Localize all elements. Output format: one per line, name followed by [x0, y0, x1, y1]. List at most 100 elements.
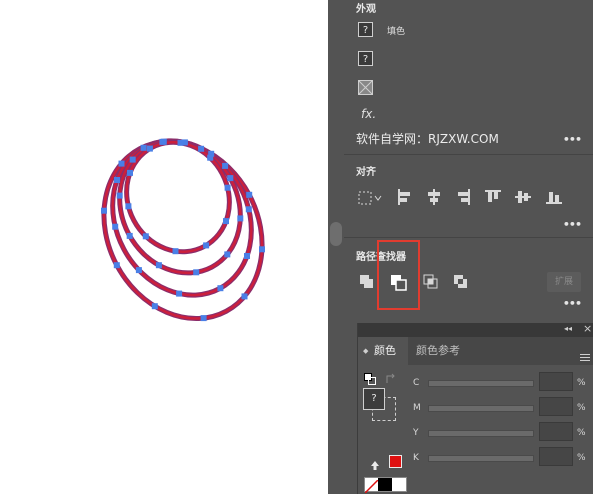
out-of-gamut-warning-icon[interactable] [369, 456, 381, 470]
stroke-swatch[interactable]: ? [358, 22, 373, 37]
appearance-more-icon[interactable]: ••• [563, 133, 582, 146]
align-to-selection-icon[interactable] [358, 190, 386, 206]
highlight-box [377, 240, 420, 310]
align-left-icon[interactable] [396, 188, 414, 206]
channel-value-y[interactable] [539, 422, 573, 441]
align-bottom-icon[interactable] [545, 188, 563, 206]
channel-slider-y[interactable] [428, 430, 534, 437]
anchor-point[interactable] [118, 160, 125, 167]
close-icon[interactable]: × [583, 322, 592, 335]
anchor-point[interactable] [245, 206, 252, 213]
pathfinder-unite-icon[interactable] [358, 272, 378, 292]
align-title: 对齐 [356, 167, 376, 178]
artboard-canvas[interactable] [0, 0, 328, 494]
anchor-point[interactable] [193, 269, 200, 276]
ellipse-path[interactable] [108, 124, 249, 270]
anchor-point[interactable] [222, 162, 229, 169]
white-swatch[interactable] [392, 478, 406, 491]
panel-topbar: ◂◂ × [358, 322, 593, 337]
anchor-point[interactable] [142, 233, 149, 240]
panel-resize-grip[interactable] [330, 222, 342, 246]
tab-color-label: 颜色 [374, 344, 396, 357]
anchor-point[interactable] [114, 177, 120, 183]
black-swatch[interactable] [378, 478, 392, 491]
panel-divider[interactable] [328, 0, 344, 494]
watermark-text: 软件自学网：RJZXW.COM [356, 132, 499, 146]
collapse-icon[interactable]: ◂◂ [564, 324, 572, 333]
tab-color-guide[interactable]: 颜色参考 [416, 337, 476, 365]
ellipse-path[interactable] [74, 114, 293, 347]
anchor-point[interactable] [244, 253, 250, 259]
none-swatch[interactable] [364, 478, 379, 494]
anchor-point[interactable] [112, 223, 119, 230]
anchor-point[interactable] [113, 262, 120, 269]
fx-button[interactable]: fx. [361, 107, 376, 121]
anchor-point[interactable] [126, 232, 133, 239]
align-top-icon[interactable] [484, 188, 502, 206]
opacity-swatch[interactable] [358, 80, 373, 95]
anchor-point[interactable] [224, 251, 231, 258]
tab-arrow-icon: ◆ [363, 347, 369, 355]
anchor-point[interactable] [227, 175, 234, 182]
anchor-point[interactable] [172, 248, 179, 255]
default-colors-icon[interactable] [364, 370, 376, 385]
channel-slider-c[interactable] [428, 380, 534, 387]
anchor-point[interactable] [177, 139, 184, 146]
anchor-point[interactable] [151, 303, 158, 310]
anchor-point[interactable] [241, 293, 248, 300]
fill-label: 填色 [387, 27, 406, 37]
align-vertical-center-icon[interactable] [514, 188, 532, 206]
anchor-point[interactable] [207, 154, 214, 161]
percent-unit: % [577, 428, 586, 438]
align-right-icon[interactable] [454, 188, 472, 206]
fill-proxy[interactable]: ? [363, 388, 385, 410]
anchor-point[interactable] [135, 267, 142, 274]
anchor-point[interactable] [116, 192, 123, 199]
anchor-point[interactable] [127, 169, 133, 176]
color-ramp[interactable] [364, 477, 407, 494]
anchor-point[interactable] [155, 262, 162, 269]
color-tab-strip: ◆ 颜色 颜色参考 [358, 337, 593, 365]
anchor-point[interactable] [146, 145, 153, 152]
anchor-point[interactable] [259, 246, 265, 253]
checkerboard-icon [358, 80, 373, 95]
anchor-point[interactable] [125, 203, 132, 210]
tab-color-guide-label: 颜色参考 [416, 344, 460, 357]
concentric-ellipse-paths[interactable] [0, 0, 328, 494]
out-of-gamut-color-swatch[interactable] [389, 455, 402, 468]
anchor-point[interactable] [198, 145, 205, 152]
pathfinder-intersect-icon[interactable] [422, 272, 442, 292]
anchor-point[interactable] [203, 242, 210, 249]
tab-color[interactable]: ◆ 颜色 [358, 337, 408, 365]
channel-label-m: M [413, 403, 421, 413]
section-divider [344, 154, 593, 155]
anchor-point[interactable] [160, 138, 167, 145]
unknown-color-icon: ? [371, 393, 377, 404]
anchor-point[interactable] [223, 218, 229, 225]
anchor-point[interactable] [129, 156, 136, 163]
anchor-point[interactable] [200, 315, 207, 322]
anchor-point[interactable] [101, 207, 107, 214]
channel-value-k[interactable] [539, 447, 573, 466]
channel-value-c[interactable] [539, 372, 573, 391]
pathfinder-more-icon[interactable]: ••• [563, 297, 582, 310]
anchor-point[interactable] [246, 191, 253, 198]
expand-button[interactable]: 扩展 [547, 272, 581, 292]
channel-value-m[interactable] [539, 397, 573, 416]
percent-unit: % [577, 378, 586, 388]
swap-colors-icon[interactable] [385, 370, 397, 383]
anchor-point[interactable] [217, 285, 224, 292]
align-more-icon[interactable]: ••• [563, 218, 582, 231]
anchor-point[interactable] [224, 184, 231, 191]
panel-menu-icon[interactable] [580, 347, 590, 361]
percent-unit: % [577, 403, 586, 413]
channel-slider-k[interactable] [428, 455, 534, 462]
fill-swatch[interactable]: ? [358, 51, 373, 66]
anchor-point[interactable] [237, 215, 244, 222]
pathfinder-exclude-icon[interactable] [452, 272, 472, 292]
channel-slider-m[interactable] [428, 405, 534, 412]
ellipse-path[interactable] [97, 120, 263, 295]
anchor-point[interactable] [140, 144, 147, 151]
align-horizontal-center-icon[interactable] [425, 188, 443, 206]
anchor-point[interactable] [176, 290, 183, 297]
